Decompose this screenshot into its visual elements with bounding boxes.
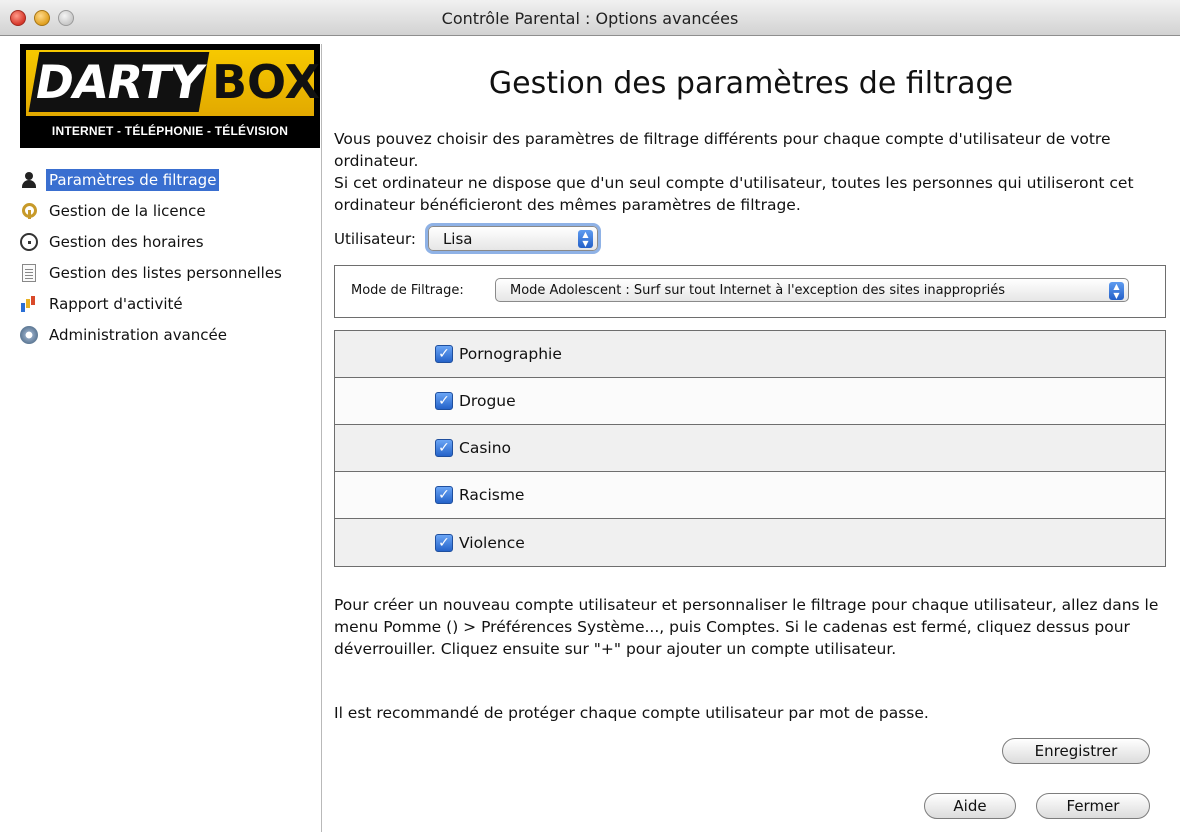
checkbox-pornographie[interactable]: ✓: [435, 345, 453, 363]
logo-band: DARTY BOX: [26, 50, 320, 116]
checkbox-drogue[interactable]: ✓: [435, 392, 453, 410]
filter-mode-popup[interactable]: Mode Adolescent : Surf sur tout Internet…: [495, 278, 1129, 302]
category-label: Casino: [459, 439, 512, 457]
logo-tagline: INTERNET - TÉLÉPHONIE - TÉLÉVISION: [51, 124, 289, 138]
help-text: Pour créer un nouveau compte utilisateur…: [334, 596, 1159, 658]
checkbox-racisme[interactable]: ✓: [435, 486, 453, 504]
page-title: Gestion des paramètres de filtrage: [488, 66, 1014, 101]
intro-text: Vous pouvez choisir des paramètres de fi…: [334, 128, 1164, 216]
user-popup[interactable]: Lisa ▲ ▼: [427, 226, 598, 251]
sidebar: DARTY BOX INTERNET - TÉLÉPHONIE - TÉLÉVI…: [8, 44, 322, 832]
intro-line-2: Si cet ordinateur ne dispose que d'un se…: [334, 174, 1134, 214]
darty-box-logo: DARTY BOX INTERNET - TÉLÉPHONIE - TÉLÉVI…: [20, 44, 320, 148]
category-row: ✓ Pornographie: [335, 331, 1165, 378]
popup-arrows-icon: ▲ ▼: [577, 230, 593, 248]
sidebar-item-rapport[interactable]: Rapport d'activité: [20, 288, 320, 319]
category-label: Drogue: [459, 392, 516, 410]
category-table: ✓ Pornographie ✓ Drogue ✓ Casino ✓ Racis…: [334, 330, 1166, 567]
sidebar-item-filtrage[interactable]: Paramètres de filtrage: [20, 164, 320, 195]
checkbox-casino[interactable]: ✓: [435, 439, 453, 457]
clock-icon: [20, 232, 38, 251]
sidebar-item-label: Rapport d'activité: [49, 294, 183, 313]
sidebar-item-listes[interactable]: Gestion des listes personnelles: [20, 257, 320, 288]
person-icon: [20, 171, 38, 189]
filter-mode-label: Mode de Filtrage:: [351, 283, 464, 298]
category-row: ✓ Racisme: [335, 472, 1165, 519]
main-panel: Gestion des paramètres de filtrage Vous …: [322, 36, 1180, 832]
window-title: Contrôle Parental : Options avancées: [441, 9, 739, 28]
document-icon: [22, 263, 36, 282]
user-label: Utilisateur:: [334, 229, 416, 248]
save-button[interactable]: Enregistrer: [1002, 738, 1150, 764]
logo-box-text: BOX: [212, 55, 320, 109]
category-row: ✓ Violence: [335, 519, 1165, 566]
sidebar-item-label: Gestion des horaires: [49, 232, 204, 251]
category-row: ✓ Drogue: [335, 378, 1165, 425]
popup-arrows-icon: ▲ ▼: [1109, 282, 1124, 300]
help-button[interactable]: Aide: [924, 793, 1016, 819]
sidebar-item-label: Paramètres de filtrage: [46, 168, 220, 191]
sidebar-nav: Paramètres de filtrage Gestion de la lic…: [20, 164, 320, 350]
gear-icon: [20, 325, 38, 344]
category-label: Pornographie: [459, 345, 562, 363]
recommendation-text: Il est recommandé de protéger chaque com…: [334, 704, 929, 722]
intro-line-1: Vous pouvez choisir des paramètres de fi…: [334, 130, 1111, 170]
sidebar-item-label: Gestion de la licence: [49, 201, 206, 220]
close-button[interactable]: Fermer: [1036, 793, 1150, 819]
logo-darty-text: DARTY: [28, 52, 210, 112]
sidebar-item-administration[interactable]: Administration avancée: [20, 319, 320, 350]
chart-icon: [20, 295, 38, 313]
filter-mode-value: Mode Adolescent : Surf sur tout Internet…: [510, 282, 1006, 298]
sidebar-item-horaires[interactable]: Gestion des horaires: [20, 226, 320, 257]
category-label: Racisme: [459, 486, 525, 504]
sidebar-item-licence[interactable]: Gestion de la licence: [20, 195, 320, 226]
sidebar-item-label: Gestion des listes personnelles: [49, 263, 282, 282]
user-popup-value: Lisa: [442, 229, 473, 248]
user-selector-row: Utilisateur: Lisa ▲ ▼: [334, 226, 598, 251]
sidebar-item-label: Administration avancée: [49, 325, 228, 344]
title-bar: Contrôle Parental : Options avancées: [0, 0, 1180, 36]
checkbox-violence[interactable]: ✓: [435, 533, 453, 552]
category-label: Violence: [459, 533, 525, 552]
category-row: ✓ Casino: [335, 425, 1165, 472]
keys-icon: [20, 202, 38, 220]
filter-mode-box: Mode de Filtrage: Mode Adolescent : Surf…: [334, 265, 1166, 318]
